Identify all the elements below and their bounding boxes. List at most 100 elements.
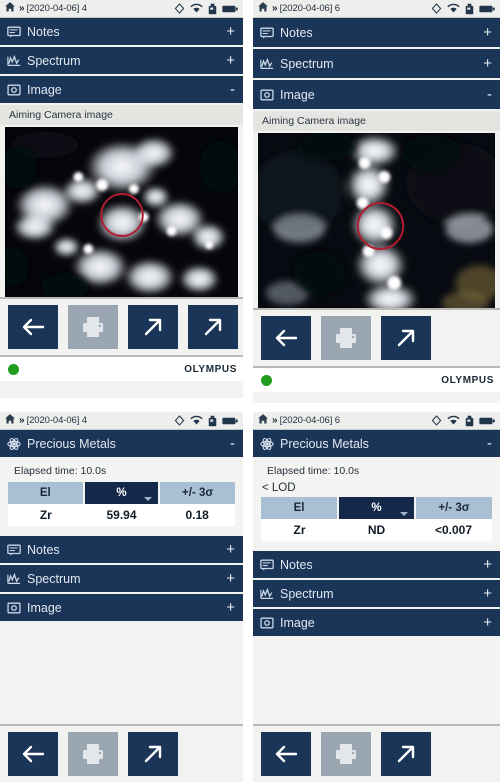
spectrum-icon (7, 54, 21, 68)
section-label: Spectrum (280, 56, 334, 71)
results-table: El % +/- 3σ Zr ND <0.007 (261, 497, 492, 541)
aiming-camera-image (5, 127, 238, 297)
back-button[interactable] (8, 732, 58, 776)
section-label: Spectrum (280, 586, 334, 601)
status-bar: » [2020-04-06] 4 (0, 0, 243, 18)
section-label: Spectrum (27, 53, 81, 68)
image-icon (7, 601, 21, 615)
wifi-icon (190, 3, 203, 14)
spectrum-icon (7, 572, 21, 586)
column-header-sigma[interactable]: +/- 3σ (415, 497, 492, 519)
compass-icon (431, 415, 442, 426)
wifi-icon (447, 415, 460, 426)
toggle-indicator[interactable]: + (483, 25, 492, 40)
home-icon[interactable] (4, 413, 16, 428)
camera-image-container (253, 131, 500, 308)
section-precious-metals[interactable]: Precious Metals - (253, 430, 500, 459)
toggle-indicator[interactable]: + (226, 24, 235, 39)
atom-icon (260, 437, 274, 451)
section-spectrum[interactable]: Spectrum + (0, 47, 243, 76)
section-spectrum[interactable]: Spectrum + (0, 565, 243, 594)
cell-sigma: <0.007 (415, 519, 492, 541)
toggle-indicator[interactable]: + (483, 557, 492, 572)
export-button[interactable] (381, 316, 431, 360)
compass-icon (174, 415, 185, 426)
table-header-row: El % +/- 3σ (8, 482, 235, 504)
cell-element: Zr (261, 519, 338, 541)
cell-element: Zr (8, 504, 84, 526)
table-header-row: El % +/- 3σ (261, 497, 492, 519)
toggle-indicator[interactable]: + (226, 571, 235, 586)
status-icons (431, 3, 495, 15)
column-header-sigma[interactable]: +/- 3σ (159, 482, 235, 504)
toggle-indicator[interactable]: + (483, 615, 492, 630)
section-image[interactable]: Image - (253, 80, 500, 111)
print-button[interactable] (321, 316, 371, 360)
section-spectrum[interactable]: Spectrum + (253, 580, 500, 609)
image-icon (260, 616, 274, 630)
home-icon[interactable] (257, 1, 269, 16)
breadcrumb[interactable]: » [2020-04-06] 6 (257, 1, 340, 16)
section-label: Image (280, 615, 315, 630)
back-button[interactable] (261, 732, 311, 776)
share-button[interactable] (188, 305, 238, 349)
print-button[interactable] (68, 732, 118, 776)
device-footer: OLYMPUS (253, 366, 500, 392)
action-button-bar (0, 724, 243, 782)
table-row[interactable]: Zr 59.94 0.18 (8, 504, 235, 526)
notes-icon (260, 26, 274, 40)
status-bar: » [2020-04-06] 4 (0, 412, 243, 430)
print-button[interactable] (68, 305, 118, 349)
home-icon[interactable] (4, 1, 16, 16)
section-notes[interactable]: Notes + (0, 536, 243, 565)
export-button[interactable] (381, 732, 431, 776)
column-header-percent[interactable]: % (338, 497, 416, 519)
column-header-element[interactable]: El (8, 482, 85, 504)
empty-area (0, 623, 243, 724)
column-header-percent-label: % (116, 487, 127, 499)
action-button-bar (253, 308, 500, 366)
home-icon[interactable] (257, 413, 269, 428)
toggle-indicator[interactable]: + (226, 53, 235, 68)
toggle-indicator[interactable]: - (230, 82, 235, 97)
table-row[interactable]: Zr ND <0.007 (261, 519, 492, 541)
section-precious-metals[interactable]: Precious Metals - (0, 430, 243, 459)
back-button[interactable] (261, 316, 311, 360)
back-button[interactable] (8, 305, 58, 349)
wifi-icon (447, 3, 460, 14)
usb-drive-icon (465, 415, 474, 427)
chevron-down-icon (400, 512, 408, 516)
image-icon (7, 83, 21, 97)
toggle-indicator[interactable]: + (226, 600, 235, 615)
toggle-indicator[interactable]: + (483, 586, 492, 601)
section-notes[interactable]: Notes + (253, 551, 500, 580)
column-header-percent[interactable]: % (83, 482, 161, 504)
section-image[interactable]: Image + (253, 609, 500, 638)
section-label: Notes (27, 542, 60, 557)
toggle-indicator[interactable]: - (487, 436, 492, 451)
status-icons (174, 3, 238, 15)
spectrum-icon (260, 57, 274, 71)
image-caption: Aiming Camera image (0, 105, 243, 125)
toggle-indicator[interactable]: + (226, 542, 235, 557)
section-image[interactable]: Image + (0, 594, 243, 623)
section-spectrum[interactable]: Spectrum + (253, 49, 500, 80)
print-button[interactable] (321, 732, 371, 776)
section-image[interactable]: Image - (0, 76, 243, 105)
section-notes[interactable]: Notes + (0, 18, 243, 47)
section-label: Image (27, 82, 62, 97)
brand-logo: OLYMPUS (184, 363, 237, 375)
export-button[interactable] (128, 305, 178, 349)
section-notes[interactable]: Notes + (253, 18, 500, 49)
toggle-indicator[interactable]: + (483, 56, 492, 71)
lod-note: < LOD (262, 482, 296, 494)
breadcrumb[interactable]: » [2020-04-06] 4 (4, 413, 87, 428)
toggle-indicator[interactable]: - (487, 87, 492, 102)
toggle-indicator[interactable]: - (230, 436, 235, 451)
breadcrumb[interactable]: » [2020-04-06] 6 (257, 413, 340, 428)
export-button[interactable] (128, 732, 178, 776)
compass-icon (431, 3, 442, 14)
breadcrumb[interactable]: » [2020-04-06] 4 (4, 1, 87, 16)
column-header-element[interactable]: El (261, 497, 339, 519)
notes-icon (7, 543, 21, 557)
